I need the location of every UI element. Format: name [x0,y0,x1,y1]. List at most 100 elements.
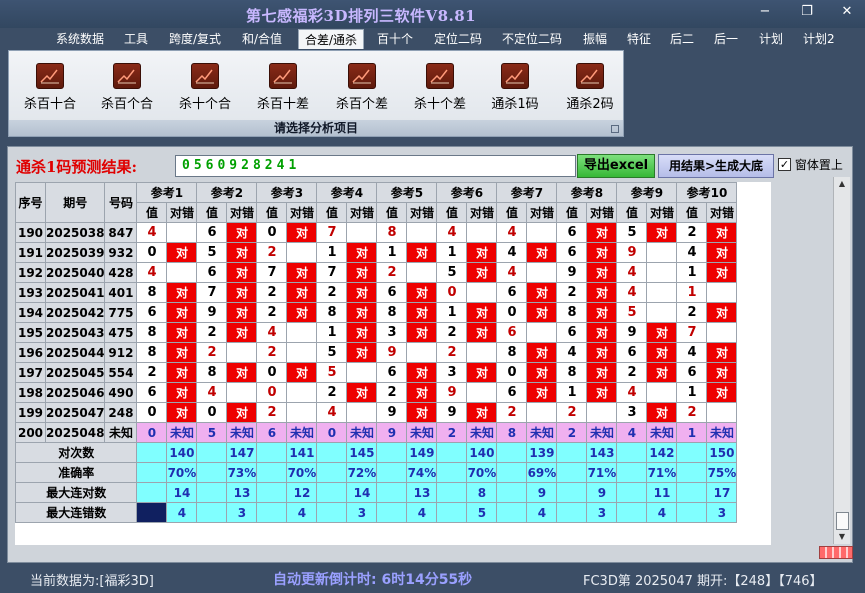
cell-value: 9 [376,402,408,423]
ribbon-expand-icon[interactable] [611,125,619,133]
chart-icon [191,63,219,89]
ribbon-button-0[interactable]: 杀百十合 [12,63,88,112]
col-header-ref[interactable]: 参考6 [436,182,498,203]
cell-result [646,282,678,303]
stats-spacer [616,482,648,503]
table-row[interactable]: 191 2025039 932 0 对 5 对 2 1 对 1 对 1 对 4 对 6 对 9 4 对 [15,242,738,263]
col-header-value: 值 [316,202,348,223]
menu-item-3[interactable]: 和/合值 [236,29,288,49]
table-row[interactable]: 190 2025038 847 4 6 对 0 对 7 8 4 4 6 对 5 对 2 对 [15,222,738,243]
ribbon-panel: 请选择分析项目 杀百十合 杀百个合 杀十个合 杀百十差 杀百个差 杀十个差 通杀1码 通杀2码 [8,50,624,137]
col-header-value: 值 [556,202,588,223]
menu-item-2[interactable]: 跨度/复式 [163,29,227,49]
cell-result: 未知 [286,422,318,443]
stats-spacer [496,442,528,463]
scroll-down-icon[interactable]: ▼ [834,530,850,544]
ribbon-button-3[interactable]: 杀百十差 [245,63,321,112]
stats-spacer [376,462,408,483]
stats-spacer [316,462,348,483]
cell-result: 未知 [346,422,378,443]
cell-result: 对 [286,362,318,383]
cell-result [706,322,738,343]
col-header-ref[interactable]: 参考2 [196,182,258,203]
table-row[interactable]: 192 2025040 428 4 6 对 7 对 7 对 2 5 对 4 9 对 4 1 对 [15,262,738,283]
scroll-up-icon[interactable]: ▲ [834,177,850,191]
table-row[interactable]: 195 2025043 475 8 对 2 对 4 1 对 3 对 2 对 6 6 对 9 对 7 [15,322,738,343]
col-header-ref[interactable]: 参考5 [376,182,438,203]
table-row[interactable]: 199 2025047 248 0 对 0 对 2 4 9 对 9 对 2 2 3 对 2 [15,402,738,423]
menu-item-8[interactable]: 振幅 [577,29,613,49]
pin-window-checkbox[interactable]: ✓ [778,158,791,171]
menu-item-6[interactable]: 定位二码 [428,29,488,49]
ribbon-button-5[interactable]: 杀十个差 [402,63,478,112]
export-excel-button[interactable]: 导出excel [577,154,655,178]
cell-value: 8 [556,302,588,323]
menu-item-0[interactable]: 系统数据 [50,29,110,49]
pin-window-checkbox-wrap[interactable]: ✓ 窗体置上 [778,156,843,173]
table-row[interactable]: 194 2025042 775 6 对 9 对 2 对 8 对 8 对 1 对 0 对 8 对 5 2 对 [15,302,738,323]
prediction-result-field[interactable]: 0560928241 [175,155,576,177]
row-index: 196 [15,342,46,363]
menu-item-4[interactable]: 合差/通杀 [298,29,365,49]
cell-result: 对 [166,342,198,363]
cell-result [406,342,438,363]
stats-value: 141 [286,442,318,463]
table-row[interactable]: 197 2025045 554 2 对 8 对 0 对 5 6 对 3 对 0 对 8 对 2 对 6 对 [15,362,738,383]
cell-value: 0 [196,402,228,423]
menu-item-5[interactable]: 百十个 [371,29,419,49]
stats-label: 最大连错数 [15,502,138,523]
col-header-ref[interactable]: 参考4 [316,182,378,203]
col-header-ref[interactable]: 参考1 [136,182,198,203]
cell-value: 2 [556,402,588,423]
generate-base-button[interactable]: 用结果>生成大底 [658,154,774,178]
stats-value: 142 [646,442,678,463]
close-icon[interactable]: ✕ [836,4,858,20]
vertical-scrollbar[interactable]: ▲ ▼ [833,177,850,544]
ribbon-button-2[interactable]: 杀十个合 [167,63,243,112]
cell-result [466,342,498,363]
menu-item-9[interactable]: 特征 [621,29,657,49]
col-header-ref[interactable]: 参考9 [616,182,678,203]
menu-item-12[interactable]: 计划 [753,29,789,49]
ribbon-button-7[interactable]: 通杀2码 [552,63,628,112]
ribbon-button-6[interactable]: 通杀1码 [477,63,553,112]
latest-draw: FC3D第 2025047 期开:【248】【746】 [583,574,823,589]
ribbon-button-1[interactable]: 杀百个合 [89,63,165,112]
restore-icon[interactable]: ❐ [796,4,818,20]
cell-result: 对 [586,382,618,403]
col-header-result: 对错 [526,202,558,223]
cell-value: 2 [556,282,588,303]
table-row[interactable]: 193 2025041 401 8 对 7 对 2 对 2 对 6 对 0 6 对 2 对 4 1 [15,282,738,303]
ribbon-button-label: 通杀2码 [566,97,614,112]
minimize-icon[interactable]: − [754,4,776,20]
table-row[interactable]: 196 2025044 912 8 对 2 2 5 对 9 2 8 对 4 对 6 对 4 对 [15,342,738,363]
ribbon-caption: 请选择分析项目 [9,120,623,136]
menu-item-1[interactable]: 工具 [118,29,154,49]
stats-spacer [676,462,708,483]
cell-value: 4 [496,242,528,263]
cell-value: 0 [136,402,168,423]
col-header-value: 值 [676,202,708,223]
prediction-row[interactable]: 200 2025048 未知 0 未知 5 未知 6 未知 0 未知 9 未知 2 未知 8 未知 2 未知 4 未知 1… [15,422,738,443]
col-header-ref[interactable]: 参考7 [496,182,558,203]
stats-spacer [436,502,468,523]
menu-item-7[interactable]: 不定位二码 [496,29,568,49]
menu-item-10[interactable]: 后二 [664,29,700,49]
stats-label: 准确率 [15,462,138,483]
cell-result [406,262,438,283]
cell-result: 对 [466,262,498,283]
col-header-ref[interactable]: 参考8 [556,182,618,203]
table-row[interactable]: 198 2025046 490 6 对 4 0 2 对 2 对 9 6 对 1 对 4 1 对 [15,382,738,403]
row-code: 775 [104,302,138,323]
ribbon-button-4[interactable]: 杀百个差 [324,63,400,112]
col-header-ref[interactable]: 参考3 [256,182,318,203]
chart-icon [269,63,297,89]
scroll-thumb[interactable] [836,512,849,530]
menu-item-11[interactable]: 后一 [708,29,744,49]
stats-spacer [376,482,408,503]
cell-value: 2 [676,222,708,243]
status-bar: 当前数据为:[福彩3D] 自动更新倒计时: 6时14分55秒 FC3D第 202… [0,565,865,593]
cell-value: 2 [256,342,288,363]
menu-item-13[interactable]: 计划2 [797,29,841,49]
col-header-ref[interactable]: 参考10 [676,182,738,203]
